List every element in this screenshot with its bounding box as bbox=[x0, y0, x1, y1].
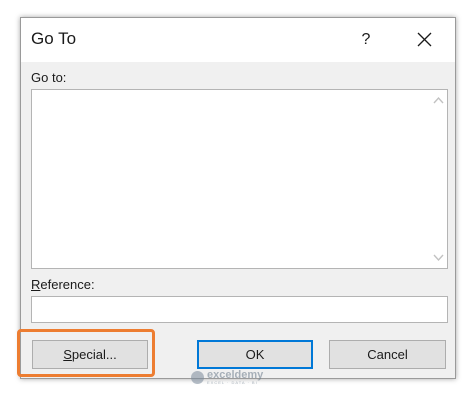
reference-label: Reference: bbox=[31, 277, 95, 292]
dialog-title: Go To bbox=[31, 29, 77, 48]
scroll-down-icon[interactable] bbox=[433, 254, 444, 262]
go-to-dialog: Go To ? Go to: Reference: Special... OK … bbox=[20, 17, 456, 379]
list-scrollbar[interactable] bbox=[430, 90, 447, 268]
go-to-label: Go to: bbox=[31, 70, 67, 85]
scroll-up-icon[interactable] bbox=[433, 96, 444, 104]
title-bar: Go To ? bbox=[21, 18, 455, 62]
close-icon bbox=[417, 32, 431, 47]
cancel-button[interactable]: Cancel bbox=[329, 340, 446, 369]
reference-label-text: eference: bbox=[40, 277, 95, 292]
watermark-name: exceldemy bbox=[207, 368, 264, 381]
help-button[interactable]: ? bbox=[351, 26, 381, 54]
special-hotkey: S bbox=[63, 347, 72, 362]
special-label: pecial... bbox=[71, 347, 117, 362]
reference-input[interactable] bbox=[31, 296, 448, 323]
watermark-tagline: EXCEL · DATA · BI bbox=[207, 379, 258, 385]
ok-button[interactable]: OK bbox=[197, 340, 313, 369]
close-button[interactable] bbox=[407, 26, 441, 54]
watermark-logo-icon bbox=[191, 370, 204, 384]
special-button[interactable]: Special... bbox=[32, 340, 148, 369]
watermark: exceldemy EXCEL · DATA · BI bbox=[191, 367, 263, 387]
go-to-list[interactable] bbox=[31, 89, 448, 269]
reference-hotkey: R bbox=[31, 277, 41, 292]
